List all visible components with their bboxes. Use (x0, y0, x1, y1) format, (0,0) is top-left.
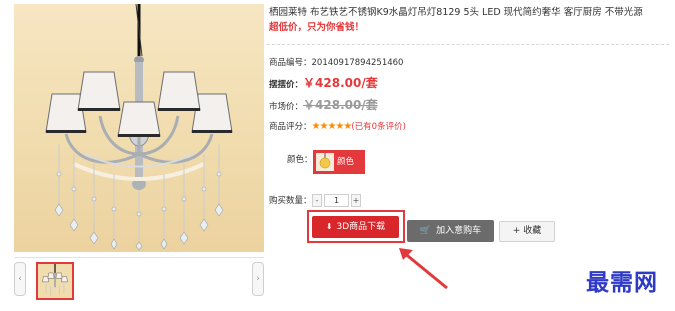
rating-label: 商品评分： (269, 122, 312, 132)
download-icon: ⬇ (325, 222, 333, 231)
product-title: 栖园莱特 布艺铁艺不锈钢K9水晶灯吊灯8129 5头 LED 现代简约奢华 客厅… (269, 7, 643, 18)
favorite-button[interactable]: + 收藏 (499, 221, 555, 242)
annotation-arrow-icon (399, 248, 448, 290)
promo-text: 超低价，只为你省钱！ (269, 22, 365, 33)
cart-icon: 🛒 (419, 226, 432, 236)
divider (267, 44, 669, 45)
watermark-logo: 最需网 (586, 269, 658, 296)
price-label: 摆摆价： (269, 80, 304, 90)
product-code-row: 商品编号：20140917894251460 (269, 56, 403, 70)
chandelier-thumbnail-icon (42, 264, 68, 296)
market-price-value: ￥428.00/套 (303, 98, 378, 112)
lamp-swatch-icon (319, 153, 331, 169)
color-swatch-image (316, 153, 334, 171)
add-to-cart-label: 加入意购车 (436, 226, 482, 236)
color-option-label: 颜色 (337, 157, 355, 167)
quantity-increment-button[interactable]: + (351, 194, 361, 207)
quantity-decrement-button[interactable]: - (312, 194, 322, 207)
rating-stars-icon: ★★★★★ (311, 121, 353, 132)
plus-icon: + (512, 226, 521, 236)
product-code-value: 20140917894251460 (311, 58, 404, 68)
thumbnail-item[interactable] (36, 262, 74, 300)
add-to-cart-button[interactable]: 🛒 加入意购车 (407, 220, 494, 242)
download-3d-button[interactable]: ⬇ 3D商品下载 (312, 216, 399, 238)
color-option-button[interactable]: 颜色 (313, 150, 365, 174)
favorite-label: 收藏 (523, 226, 542, 236)
price-row: 摆摆价：￥428.00/套 (269, 76, 378, 92)
quantity-label: 购买数量： (269, 196, 312, 206)
chandelier-image (45, 4, 233, 251)
thumbnail-strip: ‹ › (14, 257, 264, 301)
download-3d-label: 3D商品下载 (336, 222, 386, 232)
thumb-next-arrow[interactable]: › (252, 262, 264, 296)
thumb-prev-arrow[interactable]: ‹ (14, 262, 26, 296)
main-product-image (14, 4, 264, 252)
color-label: 颜色： (287, 155, 313, 165)
market-price-row: 市场价：￥428.00/套 (269, 98, 378, 114)
price-value: ￥428.00/套 (303, 76, 378, 90)
rating-count-link[interactable]: (已有0条评价) (351, 122, 406, 132)
product-code-label: 商品编号： (269, 58, 312, 68)
quantity-input[interactable]: 1 (324, 194, 349, 207)
rating-row: 商品评分：★★★★★(已有0条评价) (269, 120, 406, 134)
market-price-label: 市场价： (269, 102, 304, 112)
